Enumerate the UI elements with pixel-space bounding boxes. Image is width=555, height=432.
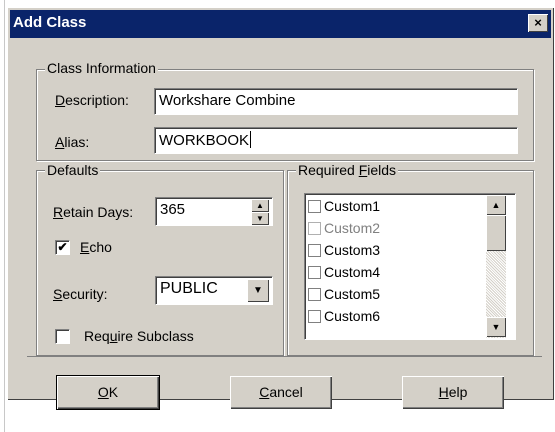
- field-label: Custom5: [324, 286, 381, 302]
- spin-down-icon[interactable]: ▼: [251, 212, 269, 225]
- check-icon: ✔: [57, 240, 68, 254]
- scroll-thumb[interactable]: [486, 215, 506, 251]
- field-checkbox[interactable]: [308, 310, 321, 323]
- title-bar[interactable]: Add Class ×: [10, 10, 551, 38]
- echo-checkbox[interactable]: ✔: [55, 240, 70, 255]
- alias-field[interactable]: WORKBOOK: [154, 127, 518, 154]
- description-label: Description:: [55, 92, 129, 108]
- defaults-legend: Defaults: [45, 162, 101, 178]
- arrow-down-icon: ▼: [491, 322, 501, 332]
- require-subclass-label: Require Subclass: [84, 328, 194, 344]
- retain-days-label: Retain Days:: [53, 204, 134, 220]
- divider: [27, 356, 542, 357]
- required-fields-list[interactable]: Custom1 Custom2 Custom3 Custom4 Custom5 Custo…: [304, 193, 516, 340]
- alias-label: Alias:: [55, 134, 90, 150]
- required-fields-legend: Required Fields: [296, 162, 399, 178]
- field-label: Custom4: [324, 264, 381, 280]
- alias-value: WORKBOOK: [159, 132, 250, 149]
- security-label: Security:: [53, 286, 108, 302]
- dialog-title: Add Class: [13, 14, 87, 31]
- field-label: Custom3: [324, 242, 381, 258]
- field-checkbox[interactable]: [308, 244, 321, 257]
- spin-up-icon[interactable]: ▲: [251, 199, 269, 212]
- ok-button[interactable]: OK: [56, 375, 160, 410]
- security-dropdown-button[interactable]: ▼: [247, 279, 269, 302]
- class-information-legend: Class Information: [45, 60, 158, 76]
- require-subclass-checkbox[interactable]: [55, 329, 70, 344]
- chevron-down-icon: ▼: [253, 285, 263, 296]
- echo-label: Echo: [80, 239, 112, 255]
- close-button[interactable]: ×: [528, 14, 548, 32]
- field-checkbox[interactable]: [308, 200, 321, 213]
- arrow-up-icon: ▲: [491, 200, 501, 210]
- field-label: Custom6: [324, 308, 381, 324]
- field-label: Custom1: [324, 198, 381, 214]
- field-checkbox[interactable]: [308, 222, 321, 235]
- cancel-button[interactable]: Cancel: [230, 376, 332, 409]
- list-scrollbar[interactable]: ▲ ▼: [486, 195, 506, 338]
- field-checkbox[interactable]: [308, 266, 321, 279]
- scroll-down-button[interactable]: ▼: [486, 317, 506, 337]
- field-checkbox[interactable]: [308, 288, 321, 301]
- description-field[interactable]: Workshare Combine: [154, 88, 518, 115]
- help-button[interactable]: Help: [402, 376, 504, 409]
- retain-days-spinner[interactable]: ▲ ▼: [251, 199, 269, 225]
- field-label: Custom2: [324, 220, 381, 236]
- window-edge: [4, 0, 5, 432]
- close-icon: ×: [534, 15, 542, 30]
- scroll-up-button[interactable]: ▲: [486, 195, 506, 215]
- text-cursor: [250, 131, 252, 148]
